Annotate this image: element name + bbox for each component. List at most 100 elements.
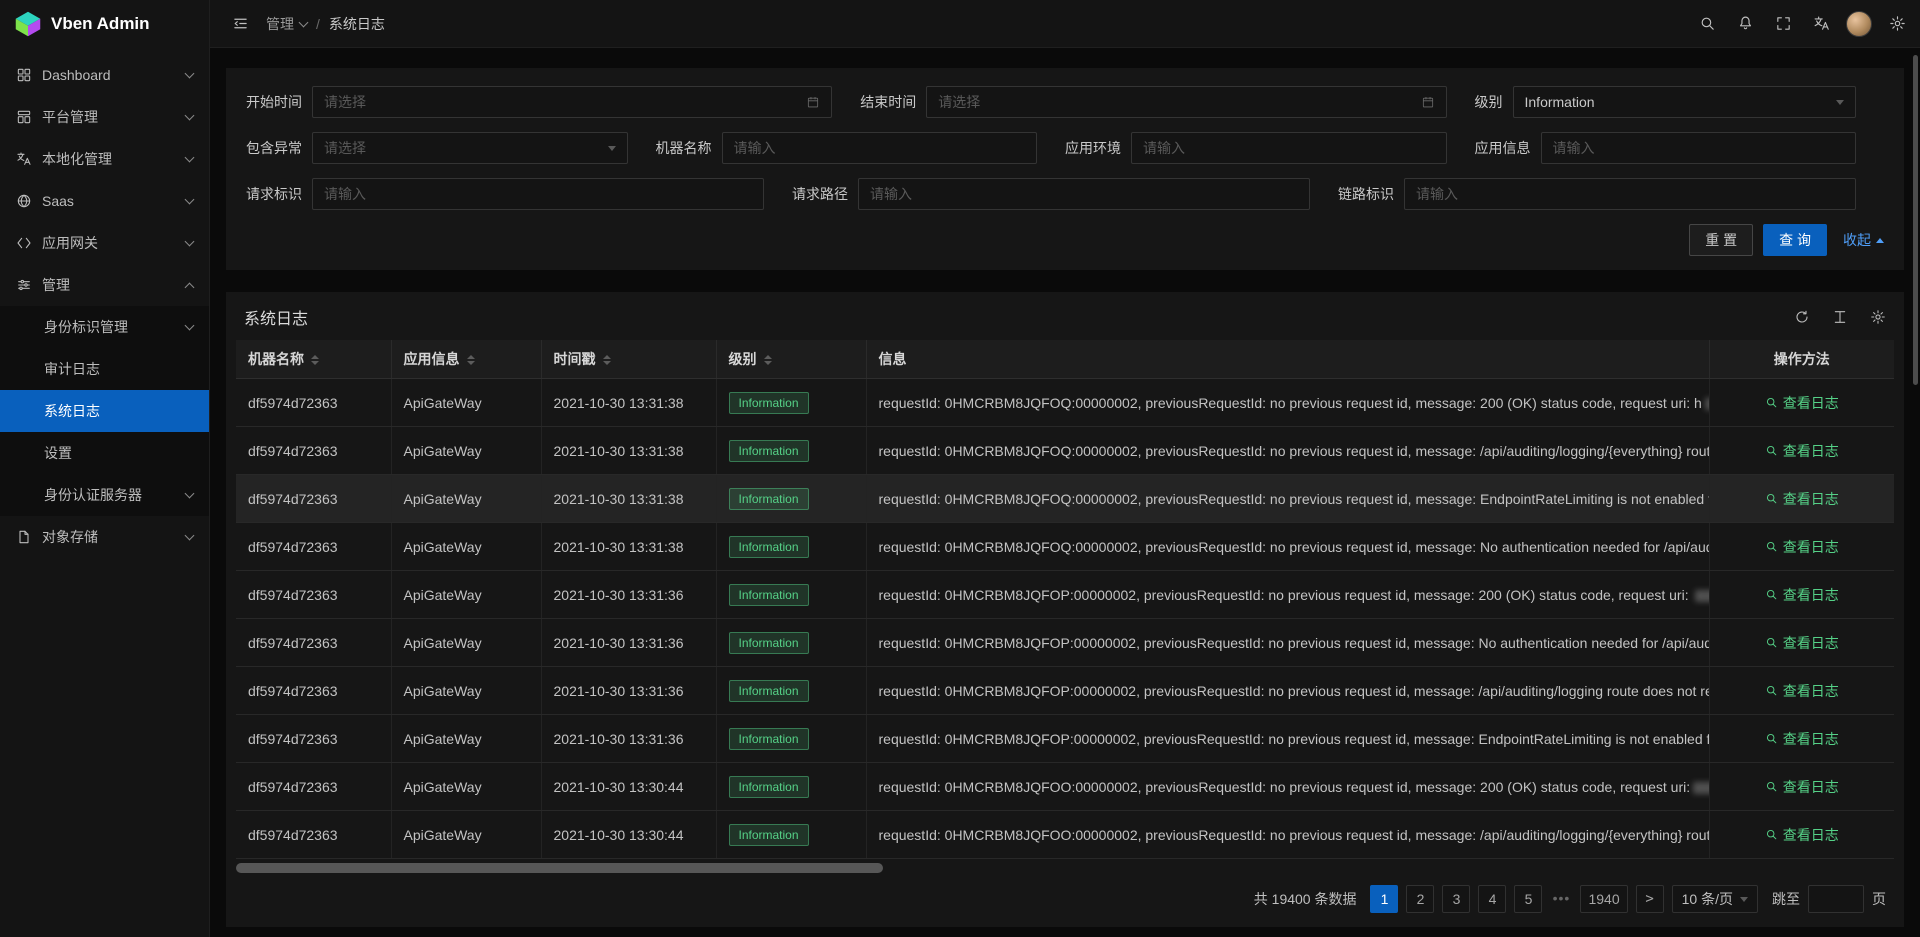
sidebar-item-saas[interactable]: Saas (0, 180, 209, 222)
sort-icon[interactable] (467, 355, 475, 365)
chevron-down-icon (185, 111, 195, 121)
trace-id-input[interactable]: 请输入 (1404, 178, 1856, 210)
sidebar-item-storage[interactable]: 对象存储 (0, 516, 209, 558)
column-header-4[interactable]: 级别 (716, 340, 866, 379)
sort-icon[interactable] (764, 355, 772, 365)
horizontal-scrollbar-thumb[interactable] (236, 863, 883, 873)
column-settings-icon[interactable] (1870, 309, 1886, 325)
sidebar-item-label: 身份认证服务器 (44, 485, 186, 505)
column-label: 机器名称 (248, 351, 304, 367)
level-badge: Information (729, 440, 809, 462)
sidebar-item-label: 设置 (44, 443, 193, 463)
jump-page-input[interactable] (1808, 885, 1864, 913)
column-header-2[interactable]: 应用信息 (391, 340, 541, 379)
view-log-link[interactable]: 查看日志 (1765, 489, 1839, 509)
page-button-4[interactable]: 4 (1478, 885, 1506, 913)
reset-button[interactable]: 重 置 (1689, 224, 1753, 256)
chevron-down-icon (1836, 100, 1844, 105)
page-button-3[interactable]: 3 (1442, 885, 1470, 913)
gear-icon[interactable] (1878, 0, 1916, 48)
window-scrollbar[interactable] (1913, 55, 1918, 385)
timestamp-cell: 2021-10-30 13:30:44 (541, 763, 716, 811)
sidebar-item-localization[interactable]: 本地化管理 (0, 138, 209, 180)
row-height-icon[interactable] (1832, 309, 1848, 325)
message-cell: requestId: 0HMCRBM8JQFOP:00000002, previ… (866, 619, 1709, 667)
sidebar-item-dashboard[interactable]: Dashboard (0, 54, 209, 96)
logo[interactable]: Vben Admin (0, 0, 209, 48)
view-log-link[interactable]: 查看日志 (1765, 441, 1839, 461)
sidebar-item-platform[interactable]: 平台管理 (0, 96, 209, 138)
request-id-input[interactable]: 请输入 (312, 178, 764, 210)
page-button-2[interactable]: 2 (1406, 885, 1434, 913)
view-log-link[interactable]: 查看日志 (1765, 681, 1839, 701)
translate-icon[interactable] (1802, 0, 1840, 48)
sidebar-item-label: 平台管理 (42, 107, 186, 127)
message-text: requestId: 0HMCRBM8JQFOO:00000002, previ… (879, 779, 1691, 795)
page-size-select[interactable]: 10 条/页 (1672, 885, 1758, 913)
magnifier-icon (1765, 540, 1778, 553)
timestamp-cell: 2021-10-30 13:31:38 (541, 427, 716, 475)
query-button[interactable]: 查 询 (1763, 224, 1827, 256)
view-log-link[interactable]: 查看日志 (1765, 777, 1839, 797)
jump-suffix: 页 (1872, 889, 1886, 909)
sidebar-item-settings[interactable]: 设置 (0, 432, 209, 474)
view-log-link[interactable]: 查看日志 (1765, 537, 1839, 557)
level-badge: Information (729, 632, 809, 654)
view-log-link[interactable]: 查看日志 (1765, 729, 1839, 749)
fullscreen-icon[interactable] (1764, 0, 1802, 48)
sidebar-item-audit-log[interactable]: 审计日志 (0, 348, 209, 390)
sort-icon[interactable] (311, 355, 319, 365)
refresh-icon[interactable] (1794, 309, 1810, 325)
level-input[interactable]: Information (1513, 86, 1857, 118)
end-time-input[interactable]: 请选择 (926, 86, 1446, 118)
view-log-label: 查看日志 (1783, 393, 1839, 413)
app-environment-field: 应用环境请输入 (1065, 132, 1475, 164)
app-environment-label: 应用环境 (1065, 138, 1121, 158)
bell-icon[interactable] (1726, 0, 1764, 48)
sidebar-item-system-log[interactable]: 系统日志 (0, 390, 209, 432)
breadcrumb-item[interactable]: 系统日志 (329, 14, 385, 34)
column-header-3[interactable]: 时间戳 (541, 340, 716, 379)
column-header-5: 信息 (866, 340, 1709, 379)
menu-fold-icon[interactable] (224, 0, 256, 48)
page-button-1940[interactable]: 1940 (1580, 885, 1627, 913)
sort-icon[interactable] (603, 355, 611, 365)
search-icon[interactable] (1688, 0, 1726, 48)
view-log-link[interactable]: 查看日志 (1765, 825, 1839, 845)
sidebar-item-identity[interactable]: 身份标识管理 (0, 306, 209, 348)
sidebar-item-management[interactable]: 管理 (0, 264, 209, 306)
sidebar-item-auth-server[interactable]: 身份认证服务器 (0, 474, 209, 516)
collapse-link[interactable]: 收起 (1843, 230, 1884, 250)
column-label: 信息 (879, 351, 907, 367)
level-cell: Information (716, 667, 866, 715)
sidebar-item-label: 应用网关 (42, 233, 186, 253)
chevron-down-icon (1740, 897, 1748, 902)
level-cell: Information (716, 571, 866, 619)
machine-name-input[interactable]: 请输入 (722, 132, 1038, 164)
breadcrumb-item[interactable]: 管理 (266, 14, 307, 34)
app-environment-input[interactable]: 请输入 (1131, 132, 1447, 164)
user-avatar[interactable] (1840, 0, 1878, 48)
start-time-input[interactable]: 请选择 (312, 86, 832, 118)
timestamp-cell: 2021-10-30 13:31:36 (541, 619, 716, 667)
view-log-label: 查看日志 (1783, 681, 1839, 701)
next-page-button[interactable]: > (1636, 885, 1664, 913)
view-log-link[interactable]: 查看日志 (1765, 393, 1839, 413)
app-info-input[interactable]: 请输入 (1541, 132, 1857, 164)
request-path-input[interactable]: 请输入 (858, 178, 1310, 210)
sidebar-item-gateway[interactable]: 应用网关 (0, 222, 209, 264)
chevron-down-icon (608, 146, 616, 151)
view-log-link[interactable]: 查看日志 (1765, 633, 1839, 653)
jump-label: 跳至 (1772, 889, 1800, 909)
start-time-field: 开始时间请选择 (246, 86, 860, 118)
level-badge: Information (729, 584, 809, 606)
timestamp-cell: 2021-10-30 13:31:36 (541, 571, 716, 619)
include-exception-input[interactable]: 请选择 (312, 132, 628, 164)
topbar: 管理/系统日志 (210, 0, 1920, 48)
view-log-link[interactable]: 查看日志 (1765, 585, 1839, 605)
page-button-1[interactable]: 1 (1370, 885, 1398, 913)
column-header-1[interactable]: 机器名称 (236, 340, 391, 379)
chevron-down-icon (185, 237, 195, 247)
input-placeholder: 请选择 (938, 92, 1420, 112)
page-button-5[interactable]: 5 (1514, 885, 1542, 913)
